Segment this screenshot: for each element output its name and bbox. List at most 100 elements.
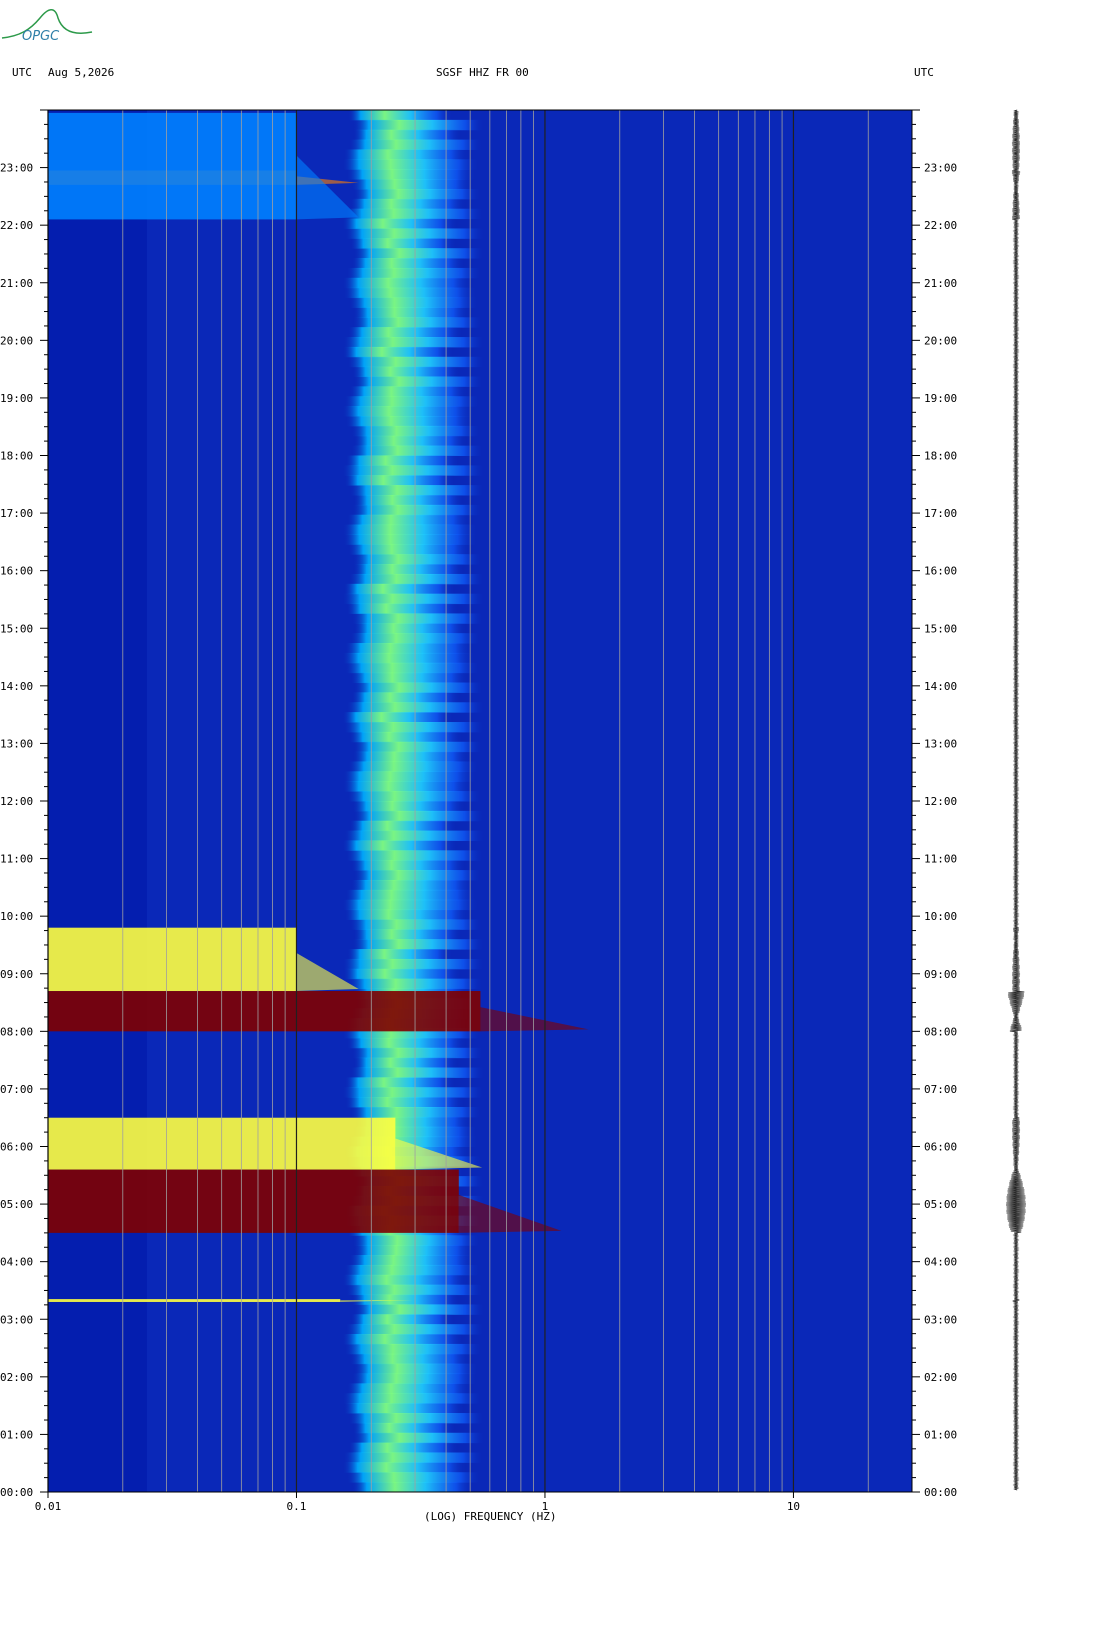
microseism-band-row bbox=[342, 277, 473, 289]
microseism-band-row bbox=[347, 949, 454, 960]
microseism-band-row bbox=[342, 593, 486, 605]
y-tick-label-left: 05:00 bbox=[0, 1198, 33, 1211]
microseism-band-row bbox=[350, 238, 457, 249]
microseism-band-row bbox=[353, 810, 485, 822]
y-tick-label-right: 06:00 bbox=[924, 1141, 957, 1154]
y-tick-label-left: 08:00 bbox=[0, 1025, 33, 1038]
y-tick-label-left: 18:00 bbox=[0, 450, 33, 463]
microseism-band-row bbox=[342, 1087, 485, 1098]
microseism-band-row bbox=[344, 643, 475, 654]
microseism-band-row bbox=[344, 1264, 481, 1276]
microseism-band-row bbox=[349, 485, 485, 496]
microseism-band-row bbox=[344, 1077, 457, 1088]
microseism-band-row bbox=[342, 159, 480, 170]
y-tick-label-left: 22:00 bbox=[0, 219, 33, 232]
microseism-band-row bbox=[348, 1413, 485, 1424]
microseism-band-row bbox=[353, 376, 484, 387]
microseism-band-row bbox=[342, 899, 480, 911]
microseism-band-row bbox=[342, 1274, 469, 1286]
microseism-band-row bbox=[353, 188, 482, 200]
y-tick-label-left: 21:00 bbox=[0, 277, 33, 290]
microseism-band-row bbox=[347, 791, 482, 802]
microseism-band-row bbox=[344, 396, 481, 407]
microseism-band-row bbox=[353, 623, 468, 634]
x-tick-label: 10 bbox=[787, 1500, 800, 1513]
microseism-band-row bbox=[351, 1294, 461, 1305]
y-tick-label-left: 09:00 bbox=[0, 968, 33, 981]
y-tick-label-right: 17:00 bbox=[924, 507, 957, 520]
microseism-band-row bbox=[352, 1047, 485, 1059]
microseism-band-row bbox=[348, 978, 484, 990]
y-tick-label-left: 15:00 bbox=[0, 622, 33, 635]
microseism-band-row bbox=[350, 672, 470, 684]
microseism-band-row bbox=[348, 573, 485, 585]
event-block bbox=[48, 1169, 459, 1233]
microseism-band-row bbox=[353, 248, 485, 259]
microseism-band-row bbox=[349, 139, 484, 150]
y-tick-label-right: 07:00 bbox=[924, 1083, 957, 1096]
microseism-band-row bbox=[350, 1067, 486, 1078]
microseism-band-row bbox=[353, 870, 482, 881]
microseism-band-row bbox=[343, 1403, 466, 1414]
microseism-band-row bbox=[353, 1245, 476, 1256]
microseism-band-row bbox=[353, 564, 465, 575]
microseism-band-row bbox=[343, 149, 470, 160]
microseism-band-row bbox=[352, 1482, 475, 1493]
microseism-band-row bbox=[347, 356, 486, 368]
y-tick-label-left: 03:00 bbox=[0, 1313, 33, 1326]
event-block bbox=[48, 927, 297, 992]
spectrogram-chart: 00:00 00:00 01:00 01:00 02:00 02:00 03:00 03:00… bbox=[0, 109, 1027, 1513]
microseism-band-row bbox=[348, 544, 473, 555]
y-tick-label-right: 16:00 bbox=[924, 565, 957, 578]
microseism-band-row bbox=[351, 613, 484, 624]
microseism-band-row bbox=[346, 702, 486, 713]
microseism-band-row bbox=[353, 1057, 459, 1069]
microseism-band-row bbox=[344, 909, 471, 920]
microseism-band-row bbox=[349, 1255, 476, 1266]
y-tick-label-left: 23:00 bbox=[0, 162, 33, 175]
microseism-band-row bbox=[344, 1343, 483, 1355]
y-tick-label-right: 11:00 bbox=[924, 853, 957, 866]
microseism-band-row bbox=[343, 968, 462, 980]
microseism-band-row bbox=[343, 771, 478, 782]
microseism-band-row bbox=[345, 889, 477, 901]
microseism-band-row bbox=[352, 504, 483, 516]
microseism-band-row bbox=[353, 1432, 486, 1444]
microseism-band-row bbox=[347, 514, 472, 526]
microseism-band-row bbox=[345, 416, 475, 427]
microseism-band-row bbox=[353, 1304, 486, 1315]
y-tick-label-left: 07:00 bbox=[0, 1083, 33, 1096]
microseism-band-row bbox=[343, 287, 478, 299]
opgc-logo: OPGC bbox=[1, 9, 93, 44]
microseism-band-row bbox=[352, 1235, 481, 1246]
y-tick-label-right: 04:00 bbox=[924, 1256, 957, 1269]
x-tick-label: 0.1 bbox=[287, 1500, 307, 1513]
y-tick-label-right: 21:00 bbox=[924, 277, 957, 290]
y-tick-label-left: 16:00 bbox=[0, 565, 33, 578]
microseism-band-row bbox=[351, 179, 474, 190]
date-label: Aug 5,2026 bbox=[48, 66, 115, 79]
y-tick-label-right: 14:00 bbox=[924, 680, 957, 693]
microseism-band-row bbox=[352, 554, 483, 565]
microseism-band-row bbox=[345, 455, 460, 466]
microseism-band-row bbox=[345, 208, 485, 220]
microseism-band-row bbox=[351, 692, 462, 703]
microseism-band-row bbox=[352, 801, 466, 812]
y-tick-label-right: 18:00 bbox=[924, 450, 957, 463]
y-tick-label-left: 11:00 bbox=[0, 853, 33, 866]
event-block bbox=[48, 112, 297, 220]
logo-text: OPGC bbox=[22, 29, 60, 44]
microseism-band-row bbox=[348, 1442, 459, 1454]
y-tick-label-left: 06:00 bbox=[0, 1141, 33, 1154]
microseism-band-row bbox=[352, 939, 485, 950]
microseism-band-row bbox=[352, 366, 461, 378]
y-tick-label-right: 09:00 bbox=[924, 968, 957, 981]
microseism-band-row bbox=[346, 1037, 468, 1049]
event-block bbox=[48, 991, 481, 1032]
microseism-band-row bbox=[351, 258, 466, 269]
microseism-band-row bbox=[349, 820, 458, 832]
microseism-band-row bbox=[353, 129, 462, 141]
microseism-band-row bbox=[350, 1107, 482, 1118]
y-tick-label-right: 03:00 bbox=[924, 1313, 957, 1326]
microseism-band-row bbox=[349, 919, 483, 930]
